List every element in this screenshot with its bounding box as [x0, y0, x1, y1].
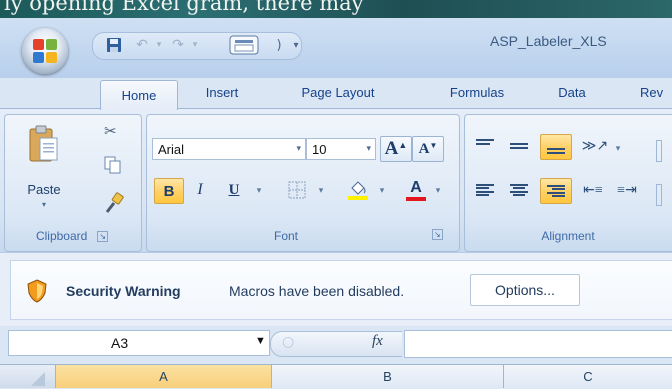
font-group-label: Font: [273, 229, 298, 243]
redo-dropdown-icon[interactable]: ▾: [188, 36, 202, 54]
bottom-align-button[interactable]: [540, 134, 572, 160]
tab-home[interactable]: Home: [100, 80, 178, 110]
formula-buttons-area: [300, 331, 402, 357]
office-logo-icon: [33, 39, 57, 63]
italic-button[interactable]: I: [186, 178, 214, 202]
cut-icon[interactable]: ✂: [104, 122, 124, 144]
shrink-font-label: A: [418, 140, 430, 157]
top-align-button[interactable]: [470, 134, 500, 158]
align-center-button[interactable]: [504, 178, 534, 202]
font-name-dropdown-icon[interactable]: ▾: [296, 143, 301, 154]
align-center-icon: [510, 184, 528, 196]
font-name-value: Arial: [158, 141, 185, 157]
align-left-button[interactable]: [470, 178, 500, 202]
shrink-font-button[interactable]: A ▼: [412, 136, 444, 162]
tab-page-layout[interactable]: Page Layout: [286, 80, 390, 104]
column-header-a[interactable]: A: [56, 365, 272, 388]
bold-button[interactable]: B: [154, 178, 184, 204]
paste-icon: [29, 125, 58, 162]
borders-button[interactable]: [282, 178, 312, 202]
borders-icon: [288, 181, 306, 199]
font-size-combo[interactable]: 10 ▾: [306, 138, 376, 160]
qat-separator-icon: ): [276, 37, 282, 53]
orientation-icon: ≫↗: [581, 138, 609, 154]
font-launcher-icon[interactable]: ↘: [432, 229, 443, 240]
decrease-indent-button[interactable]: ⇤≡: [578, 178, 608, 202]
office-button[interactable]: [22, 28, 68, 74]
column-header-c[interactable]: C: [504, 365, 672, 388]
decrease-indent-icon: ⇤≡: [583, 182, 603, 198]
tab-formulas[interactable]: Formulas: [432, 80, 522, 104]
formula-bar-splitter[interactable]: ○: [270, 331, 301, 357]
name-box-value: A3: [111, 335, 129, 351]
orientation-button[interactable]: ≫↗: [580, 134, 610, 158]
save-icon[interactable]: [104, 36, 124, 54]
background-text: ly opening Excel gram, there may: [4, 0, 364, 15]
middle-align-button[interactable]: [504, 134, 534, 158]
font-color-button[interactable]: A: [402, 176, 430, 204]
grow-font-label: A: [384, 138, 399, 159]
name-box-dropdown-icon[interactable]: ▼: [255, 335, 266, 347]
insert-function-button[interactable]: fx: [372, 333, 383, 350]
print-preview-icon[interactable]: [228, 35, 260, 55]
font-size-value: 10: [312, 141, 327, 157]
tab-review[interactable]: Rev: [640, 80, 672, 104]
borders-dropdown-icon[interactable]: ▾: [314, 178, 328, 202]
bottom-align-icon: [547, 140, 565, 154]
tab-data[interactable]: Data: [544, 80, 600, 104]
shrink-font-arrow-icon: ▼: [429, 140, 438, 150]
select-all-icon: [30, 371, 45, 386]
security-warning-message: Macros have been disabled.: [229, 283, 405, 299]
paste-label: Paste: [27, 182, 61, 197]
column-header-b[interactable]: B: [272, 365, 504, 388]
formula-input[interactable]: [404, 330, 672, 358]
font-color-swatch: [406, 197, 426, 201]
undo-dropdown-icon[interactable]: ▾: [152, 36, 166, 54]
tab-insert[interactable]: Insert: [190, 80, 254, 104]
customize-qat-icon[interactable]: ▾: [290, 36, 302, 54]
alignment-group-label: Alignment: [541, 229, 595, 243]
fill-bucket-icon: [351, 181, 366, 195]
select-all-corner[interactable]: [0, 365, 56, 388]
name-box[interactable]: A3 ▼: [8, 330, 270, 356]
wrap-text-edge-icon[interactable]: [656, 140, 662, 162]
align-right-icon: [547, 185, 565, 197]
align-right-button[interactable]: [540, 178, 572, 204]
shield-icon: [26, 279, 48, 303]
redo-icon[interactable]: ↷: [168, 36, 188, 54]
merge-edge-icon[interactable]: [656, 184, 662, 206]
orientation-dropdown-icon[interactable]: ▾: [612, 136, 624, 160]
copy-icon[interactable]: [104, 156, 124, 178]
font-name-combo[interactable]: Arial ▾: [152, 138, 306, 160]
grow-font-arrow-icon: ▲: [398, 140, 408, 150]
format-painter-icon[interactable]: [104, 192, 126, 214]
window-title: ASP_Labeler_XLS: [490, 33, 607, 49]
align-left-icon: [476, 184, 494, 196]
security-warning-title: Security Warning: [66, 283, 181, 299]
clipboard-group-label: Clipboard: [35, 229, 88, 243]
undo-icon[interactable]: ↶: [132, 36, 152, 54]
increase-indent-button[interactable]: ≡⇥: [612, 178, 642, 202]
clipboard-launcher-icon[interactable]: ↘: [97, 230, 109, 242]
font-color-dropdown-icon[interactable]: ▾: [432, 178, 444, 202]
fill-color-swatch: [348, 196, 368, 200]
fill-color-button[interactable]: [342, 176, 374, 204]
fill-color-dropdown-icon[interactable]: ▾: [376, 178, 388, 202]
splitter-dot-icon: ○: [282, 334, 295, 350]
increase-indent-icon: ≡⇥: [617, 182, 637, 198]
options-button[interactable]: Options...: [470, 274, 580, 306]
underline-button[interactable]: U: [220, 178, 248, 202]
paste-button[interactable]: Paste ▾: [16, 120, 72, 216]
font-color-glyph: A: [410, 179, 422, 196]
underline-dropdown-icon[interactable]: ▾: [252, 178, 266, 202]
grow-font-button[interactable]: A ▲: [380, 136, 412, 162]
font-size-dropdown-icon[interactable]: ▾: [366, 143, 371, 154]
middle-align-icon: [510, 139, 528, 153]
background-document-strip: ly opening Excel gram, there may: [0, 0, 672, 18]
top-align-icon: [476, 139, 494, 153]
paste-dropdown-icon: ▾: [41, 200, 46, 209]
